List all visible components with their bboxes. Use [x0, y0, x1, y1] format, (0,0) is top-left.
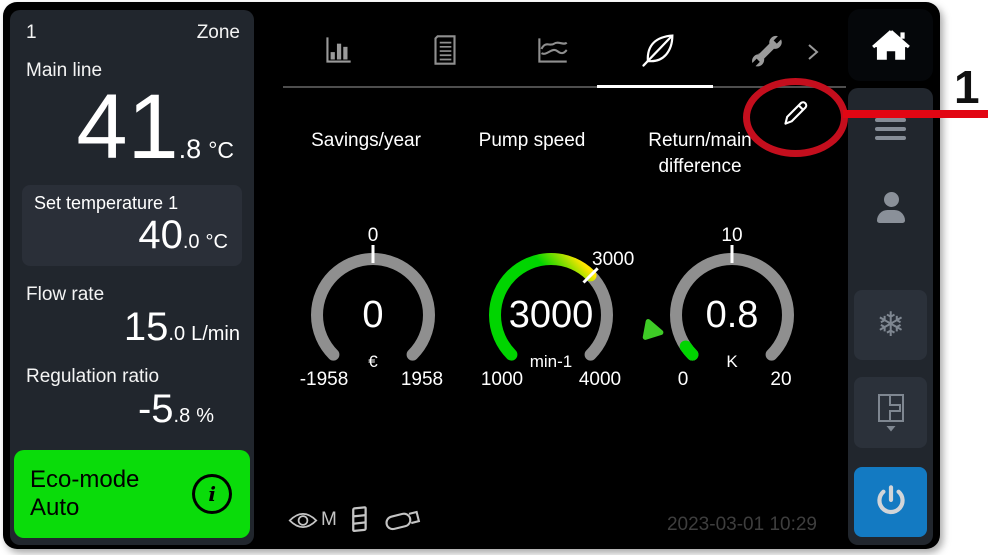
active-tab-indicator [597, 85, 713, 88]
tab-statistics[interactable] [318, 29, 358, 71]
flow-rate-label: Flow rate [26, 284, 240, 306]
usb-drive-icon [383, 507, 425, 533]
floor-plan-icon [871, 391, 911, 435]
power-icon [870, 481, 912, 523]
person-icon [884, 192, 899, 207]
tabs-more-chevron[interactable] [806, 42, 822, 62]
set-temperature-card[interactable]: Set temperature 1 40 .0 °C [22, 185, 242, 266]
snowflake-icon: ❄ [876, 308, 905, 342]
set-temperature-label: Set temperature 1 [34, 193, 232, 214]
set-temperature-dec: .0 [183, 231, 200, 254]
zones-button[interactable] [854, 377, 927, 448]
tab-trends[interactable] [532, 29, 572, 71]
gauge-return-main-top-tick-label: 10 [647, 225, 817, 247]
gauge-pump-speed-value: 3000 [466, 294, 636, 337]
flow-rate-dec: .0 [168, 323, 185, 346]
datetime-display: 2023-03-01 10:29 [597, 514, 817, 536]
gauge-pump-speed: 3000 3000 min-1 1000 4000 [466, 223, 636, 391]
annotation-number: 1 [954, 60, 980, 114]
chevron-down-icon [886, 426, 895, 432]
home-icon [870, 25, 912, 65]
tab-eco[interactable] [639, 29, 679, 71]
main-line-value: 41 .8 °C [26, 84, 240, 171]
menu-button[interactable] [875, 118, 906, 140]
gauge-title-pump-speed: Pump speed [437, 128, 627, 154]
regulation-ratio-label: Regulation ratio [26, 366, 240, 388]
home-button[interactable] [848, 9, 933, 81]
regulation-ratio-int: -5 [138, 388, 174, 430]
eco-mode-button[interactable]: Eco-mode Auto i [14, 450, 250, 538]
flow-rate-int: 15 [124, 306, 169, 348]
cooling-mode-button[interactable]: ❄ [854, 290, 927, 360]
bar-chart-icon [319, 31, 357, 69]
gauge-return-main: 10 0.8 K 0 20 [647, 223, 817, 391]
main-line-dec: .8 [179, 134, 202, 165]
status-icons-row: M [288, 503, 425, 537]
info-icon[interactable]: i [192, 474, 232, 514]
gauge-title-savings: Savings/year [271, 128, 461, 154]
gauge-return-main-min: 0 [648, 369, 718, 391]
gauge-pump-speed-max: 4000 [565, 369, 635, 391]
tab-report[interactable] [425, 29, 465, 71]
regulation-ratio-unit: % [196, 405, 214, 428]
menu-icon [875, 118, 906, 122]
wrench-icon [748, 32, 784, 68]
module-icon [351, 505, 369, 535]
power-button[interactable] [854, 467, 927, 537]
gauge-savings-value: 0 [288, 294, 458, 337]
sidebar: ❄ [848, 88, 933, 545]
set-temperature-int: 40 [138, 214, 183, 256]
gauge-savings: 0 0 € -1958 1958 [288, 223, 458, 391]
annotation-circle [743, 78, 848, 157]
regulation-ratio-dec: .8 [174, 405, 191, 428]
eco-mode-label: Eco-mode Auto [30, 466, 192, 522]
gauge-pump-speed-min: 1000 [467, 369, 537, 391]
monitoring-indicator: M [288, 509, 337, 531]
regulation-ratio-value: -5 .8 % [26, 388, 240, 430]
zone-panel: 1 Zone Main line 41 .8 °C Set temperatur… [10, 10, 254, 545]
gauge-savings-min: -1958 [289, 369, 359, 391]
flow-rate-unit: L/min [191, 323, 240, 346]
gauge-pump-speed-marker-label: 3000 [592, 249, 634, 271]
chevron-right-icon [806, 42, 820, 62]
gauge-return-main-max: 20 [746, 369, 816, 391]
set-temperature-value: 40 .0 °C [34, 214, 232, 256]
main-line-int: 41 [76, 84, 178, 171]
gauge-return-main-value: 0.8 [647, 294, 817, 337]
screenshot-canvas: 1 Zone Main line 41 .8 °C Set temperatur… [0, 0, 988, 555]
eye-icon [288, 510, 318, 531]
report-icon [426, 31, 464, 69]
eco-leaf-icon [639, 30, 679, 70]
gauge-savings-top-tick-label: 0 [288, 225, 458, 247]
gauge-savings-max: 1958 [387, 369, 457, 391]
main-line-unit: °C [208, 137, 234, 164]
trend-chart-icon [532, 31, 572, 69]
tab-service[interactable] [746, 29, 786, 71]
monitor-letter: M [321, 509, 337, 531]
set-temperature-unit: °C [206, 231, 228, 254]
flow-rate-value: 15 .0 L/min [26, 306, 240, 348]
user-button[interactable] [876, 192, 906, 224]
zone-label: Zone [197, 22, 240, 44]
zone-number: 1 [26, 22, 37, 44]
